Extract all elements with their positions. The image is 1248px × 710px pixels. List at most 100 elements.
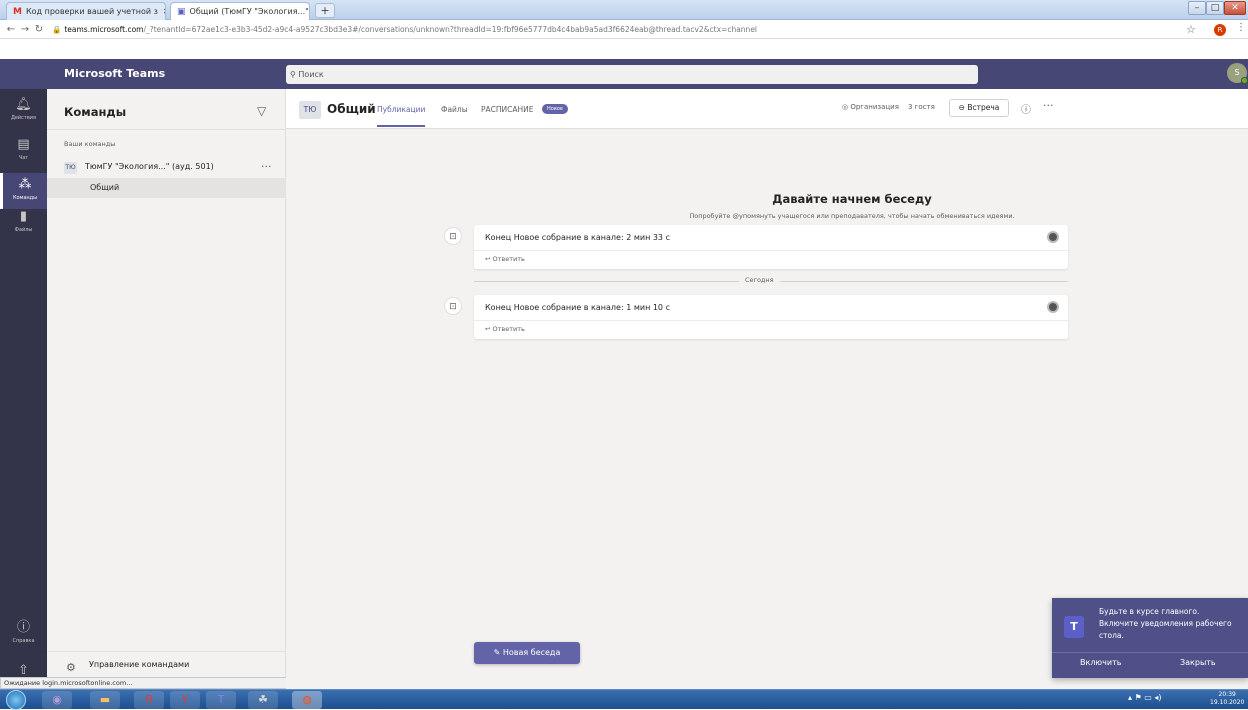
message-card[interactable]: Конец Новое собрание в канале: 1 мин 10 … <box>474 295 1068 339</box>
lock-icon: 🔒 <box>52 24 62 34</box>
reply-button[interactable]: ↩ Ответить <box>485 325 525 333</box>
folder-icon[interactable]: ▬ <box>90 691 120 709</box>
chat-icon: ▤ <box>17 137 30 152</box>
more-options-icon[interactable]: ··· <box>1043 99 1054 112</box>
address-bar: ← → ↻ 🔒 teams.microsoft.com/_?tenantId=67… <box>0 20 1248 39</box>
browser-profile-avatar[interactable]: R <box>1214 24 1226 36</box>
browser-tab-teams[interactable]: ▣ Общий (ТюмГУ "Экология..." (а; ✕ <box>170 2 310 20</box>
url-field[interactable]: 🔒 teams.microsoft.com/_?tenantId=672ae1c3… <box>52 25 1132 34</box>
reply-icon: ↩ <box>485 255 491 263</box>
divider <box>474 320 1068 321</box>
new-badge: Новое <box>542 104 568 114</box>
meeting-icon: ⊡ <box>444 227 462 245</box>
date-label: Сегодня <box>739 276 780 284</box>
browser-menu-icon[interactable]: ⋮ <box>1236 22 1246 33</box>
bell-icon: 🔔︎ <box>15 97 32 112</box>
manage-label: Управление командами <box>89 660 190 669</box>
tray-arrow-icon[interactable]: ▴ <box>1128 693 1132 702</box>
channel-title: Общий <box>327 102 376 116</box>
app-title: Microsoft Teams <box>64 67 166 80</box>
message-card[interactable]: Конец Новое собрание в канале: 2 мин 33 … <box>474 225 1068 269</box>
presence-status-icon <box>1241 77 1248 84</box>
new-conversation-button[interactable]: ✎ Новая беседа <box>474 642 580 664</box>
flag-icon[interactable]: ⚑ <box>1135 693 1142 702</box>
browser-tab-gmail[interactable]: M Код проверки вашей учетной з ✕ <box>6 2 166 20</box>
rail-item-chat[interactable]: ▤ Чат <box>0 133 47 169</box>
teams-panel: Команды ▽ Ваши команды ТЮ ТюмГУ "Экологи… <box>47 89 286 689</box>
browser-tab-strip: M Код проверки вашей учетной з ✕ ▣ Общий… <box>0 0 1248 20</box>
reply-label: Ответить <box>492 325 525 333</box>
avatar <box>1047 301 1059 313</box>
message-text: Конец Новое собрание в канале: 2 мин 33 … <box>485 233 670 242</box>
filter-icon[interactable]: ▽ <box>257 104 266 118</box>
close-tab-icon[interactable]: ✕ <box>158 7 165 16</box>
team-avatar: ТЮ <box>64 162 77 174</box>
tab-label: Код проверки вашей учетной з <box>25 7 158 16</box>
volume-icon[interactable]: ◂) <box>1154 693 1161 702</box>
new-conversation-label: Новая беседа <box>502 648 561 657</box>
windows-taskbar: ◉ ▬ Я Y T ☘ ◍ ▴ ⚑ ▭ ◂) 20:39 19.10.2020 <box>0 689 1248 710</box>
teams-header-bar: Microsoft Teams ⚲ Поиск S <box>0 59 1248 89</box>
taskbar-app-icon[interactable]: ◉ <box>42 691 72 709</box>
clock[interactable]: 20:39 19.10.2020 <box>1210 691 1244 707</box>
divider <box>474 250 1068 251</box>
clock-date: 19.10.2020 <box>1210 699 1245 706</box>
start-button[interactable] <box>6 690 26 710</box>
search-placeholder: Поиск <box>298 70 324 79</box>
guests-count[interactable]: 3 гостя <box>908 103 935 111</box>
compose-icon: ✎ <box>493 648 501 657</box>
rail-item-activity[interactable]: 🔔︎ Действия <box>0 93 47 129</box>
forward-icon[interactable]: → <box>18 24 32 35</box>
reply-icon: ↩ <box>485 325 491 333</box>
reply-label: Ответить <box>492 255 525 263</box>
reply-button[interactable]: ↩ Ответить <box>485 255 525 263</box>
bookmark-star-icon[interactable]: ☆ <box>1186 23 1196 36</box>
yandex-icon[interactable]: Я <box>134 691 164 709</box>
welcome-subheading: Попробуйте @упомянуть учащегося или преп… <box>689 212 1015 220</box>
tab-schedule[interactable]: РАСПИСАНИЕ <box>481 105 534 114</box>
maximize-button[interactable]: □ <box>1206 1 1224 15</box>
url-host: teams.microsoft.com <box>64 24 144 34</box>
yandex-browser-icon[interactable]: Y <box>170 691 200 709</box>
team-item[interactable]: ТЮ ТюмГУ "Экология..." (ауд. 501) ··· <box>47 159 286 177</box>
chrome-icon[interactable]: ◍ <box>292 691 322 709</box>
avatar <box>1047 231 1059 243</box>
new-tab-button[interactable]: + <box>315 3 335 18</box>
minimize-button[interactable]: – <box>1188 1 1206 15</box>
channel-name: Общий <box>90 183 120 192</box>
rail-item-files[interactable]: ▮ Файлы <box>0 205 47 241</box>
rail-label: Справка <box>12 638 35 644</box>
close-toast-button[interactable]: Закрыть <box>1180 658 1216 667</box>
more-options-icon[interactable]: ··· <box>261 160 272 173</box>
org-wide-label: ◎ Организация <box>842 103 899 111</box>
video-icon: ⊖ <box>958 103 965 112</box>
teams-taskbar-icon[interactable]: T <box>206 691 236 709</box>
rail-label: Команды <box>12 195 38 201</box>
channel-avatar: ТЮ <box>299 101 321 119</box>
search-input[interactable]: ⚲ Поиск <box>286 65 978 84</box>
meet-label: Встреча <box>967 103 1000 112</box>
notification-toast: T Будьте в курсе главного. Включите увед… <box>1052 598 1248 678</box>
user-avatar[interactable]: S <box>1227 63 1248 84</box>
tab-files[interactable]: Файлы <box>441 105 468 114</box>
rail-item-help[interactable]: ⓘ Справка <box>0 616 47 652</box>
rail-item-teams[interactable]: ⁂ Команды <box>0 173 47 209</box>
enable-notifications-button[interactable]: Включить <box>1080 658 1121 667</box>
rail-label: Действия <box>10 115 37 121</box>
meet-button[interactable]: ⊖ Встреча <box>949 99 1009 117</box>
channel-item-general[interactable]: Общий <box>47 178 286 198</box>
clock-time: 20:39 <box>1218 691 1236 698</box>
close-window-button[interactable]: ✕ <box>1224 1 1246 15</box>
reload-icon[interactable]: ↻ <box>32 24 46 35</box>
teams-icon: ⁂ <box>18 177 32 192</box>
network-icon[interactable]: ▭ <box>1144 693 1152 702</box>
info-icon[interactable]: ⓘ <box>1021 101 1031 116</box>
user-initial: S <box>1234 68 1240 77</box>
tab-posts[interactable]: Публикации <box>377 105 426 127</box>
section-label: Ваши команды <box>64 140 116 148</box>
message-text: Конец Новое собрание в канале: 1 мин 10 … <box>485 303 670 312</box>
search-icon: ⚲ <box>290 70 296 79</box>
back-icon[interactable]: ← <box>4 24 18 35</box>
app-rail: 🔔︎ Действия ▤ Чат ⁂ Команды ▮ Файлы ⓘ Сп… <box>0 89 47 689</box>
media-icon[interactable]: ☘ <box>248 691 278 709</box>
